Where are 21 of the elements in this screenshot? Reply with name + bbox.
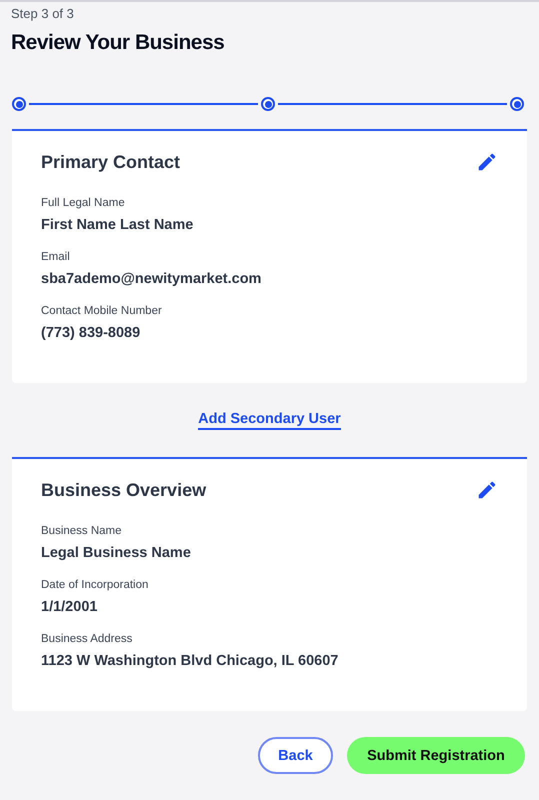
field-value: (773) 839-8089 (41, 325, 142, 341)
field-value: 1123 W Washington Blvd Chicago, IL 60607 (41, 653, 340, 669)
field-label: Business Name (41, 525, 123, 537)
field-label: Contact Mobile Number (41, 305, 163, 317)
edit-pencil-icon[interactable] (476, 151, 498, 173)
field-value: First Name Last Name (41, 217, 194, 233)
section-title: Primary Contact (41, 152, 180, 172)
field-label: Email (41, 251, 71, 263)
field-label: Full Legal Name (41, 197, 126, 209)
field-label: Business Address (41, 633, 134, 645)
field-value: Legal Business Name (41, 545, 192, 561)
section-title: Business Overview (41, 480, 206, 500)
edit-pencil-icon[interactable] (476, 479, 498, 501)
back-button[interactable]: Back (258, 737, 333, 774)
page-title: Review Your Business (10, 30, 226, 55)
add-secondary-user-link[interactable]: Add Secondary User (198, 411, 341, 430)
field-value: sba7ademo@newitymarket.com (41, 271, 262, 287)
field-value: 1/1/2001 (41, 599, 98, 615)
field-label: Date of Incorporation (41, 579, 150, 591)
submit-registration-button[interactable]: Submit Registration (347, 737, 525, 774)
step-indicator: Step 3 of 3 (10, 5, 75, 21)
